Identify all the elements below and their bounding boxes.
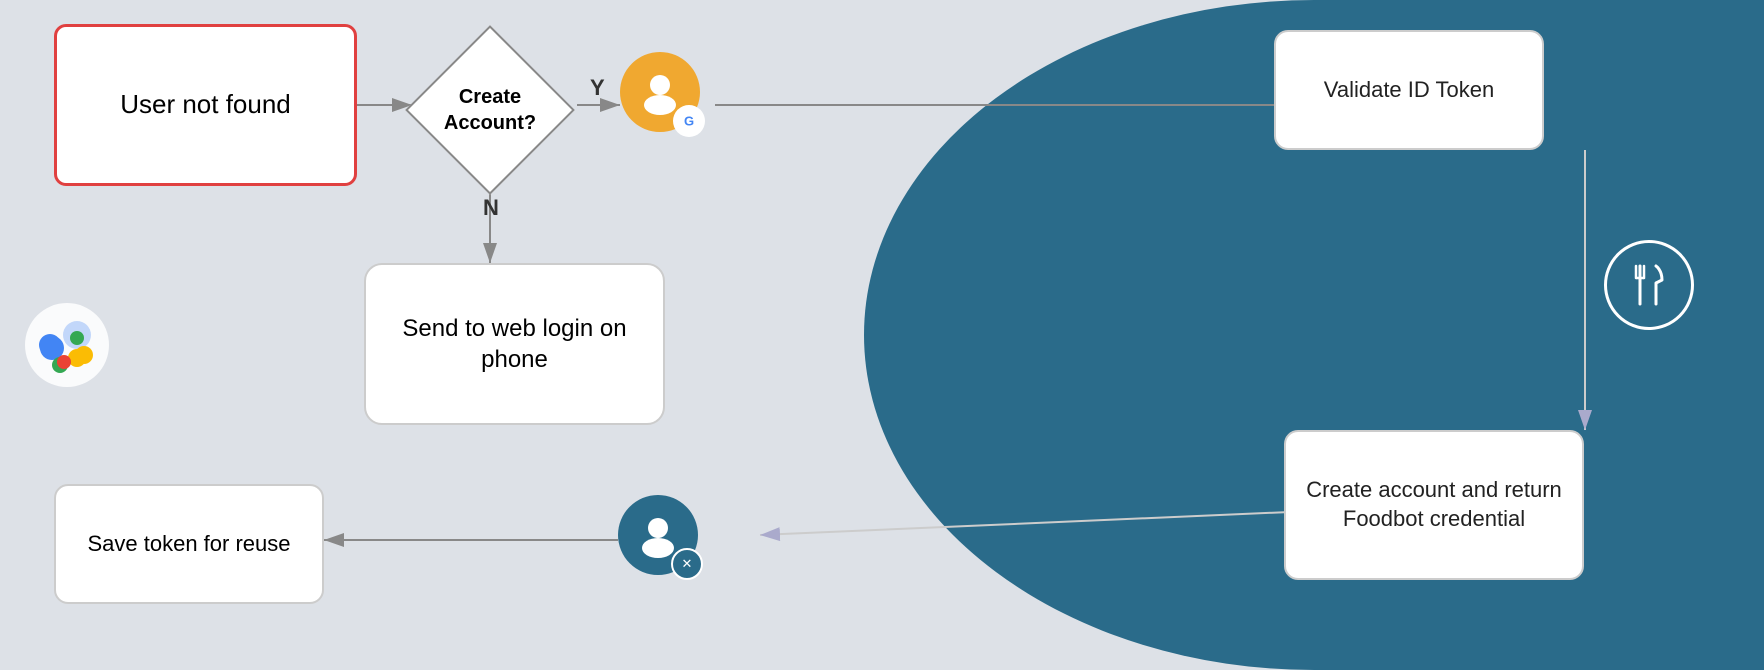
google-badge-icon: G bbox=[673, 105, 705, 137]
y-branch-label: Y bbox=[590, 75, 605, 101]
user-foodbot-cluster: ✕ bbox=[618, 495, 713, 590]
validate-id-label: Validate ID Token bbox=[1324, 76, 1494, 105]
send-to-web-label: Send to web login on phone bbox=[366, 313, 663, 375]
google-assistant-icon bbox=[22, 300, 112, 390]
user-not-found-label: User not found bbox=[120, 88, 291, 122]
save-token-node: Save token for reuse bbox=[54, 484, 324, 604]
user-google-cluster: G bbox=[620, 52, 715, 147]
n-branch-label: N bbox=[483, 195, 499, 221]
svg-text:✕: ✕ bbox=[682, 556, 693, 571]
create-account-label: Create account and return Foodbot creden… bbox=[1286, 476, 1582, 533]
diamond-label: CreateAccount? bbox=[444, 84, 536, 136]
user-not-found-node: User not found bbox=[54, 24, 357, 186]
svg-text:G: G bbox=[684, 114, 694, 129]
foodbot-circle-icon bbox=[1604, 240, 1694, 330]
foodbot-badge-icon: ✕ bbox=[671, 548, 703, 580]
utensils-icon bbox=[1622, 258, 1676, 312]
validate-id-node: Validate ID Token bbox=[1274, 30, 1544, 150]
save-token-label: Save token for reuse bbox=[87, 530, 290, 559]
create-account-node: Create account and return Foodbot creden… bbox=[1284, 430, 1584, 580]
send-to-web-node: Send to web login on phone bbox=[364, 263, 665, 425]
create-account-diamond: CreateAccount? bbox=[410, 30, 570, 190]
